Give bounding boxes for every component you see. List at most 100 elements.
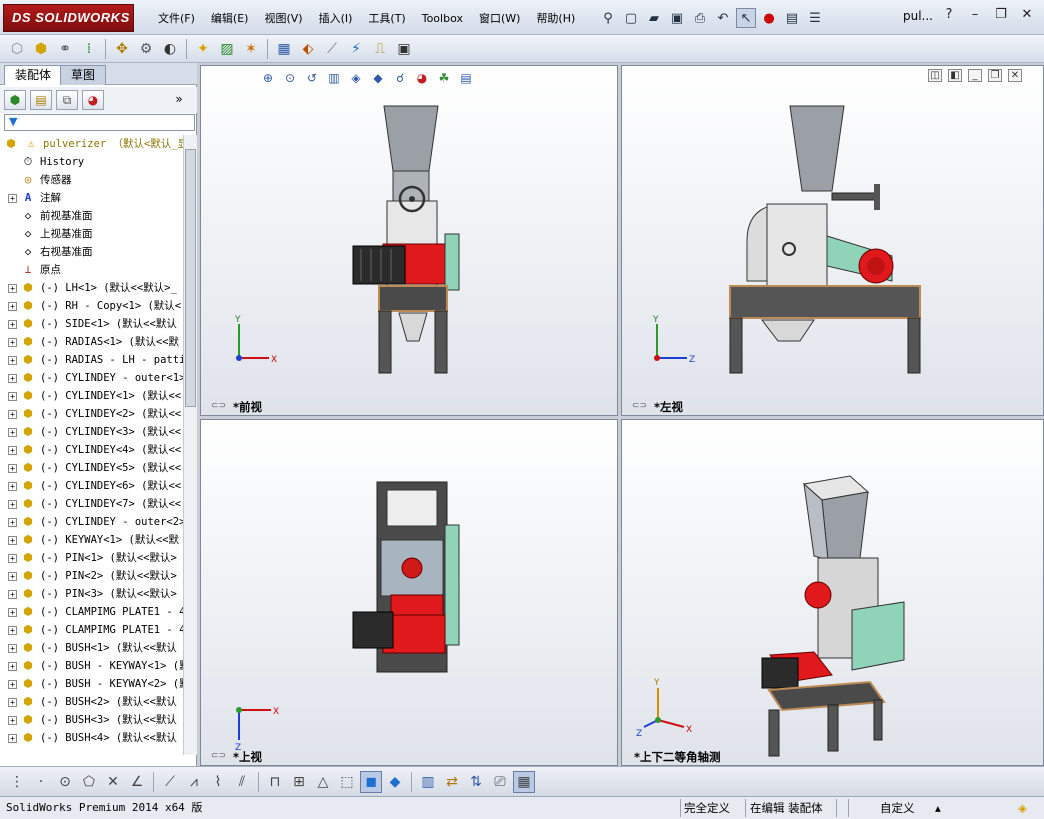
expand-icon[interactable]: + [8,535,17,545]
scene-icon[interactable]: ☘ [435,69,453,87]
tree-item[interactable]: + ⬢ (-) SIDE<1> (默认<<默认 [0,315,183,333]
expand-icon[interactable]: + [8,661,17,671]
menu-insert[interactable]: 插入(I) [311,10,361,28]
minimize-view-icon[interactable]: _ [968,69,982,82]
close-view-icon[interactable]: ✕ [1008,69,1022,82]
menu-help[interactable]: 帮助(H) [528,10,583,28]
tree-item[interactable]: + ⬢ (-) CYLINDEY<7> (默认<< [0,495,183,513]
options-icon[interactable]: ☰ [805,8,825,28]
section-view-icon[interactable]: ▥ [325,69,343,87]
minimize-icon[interactable]: – [965,6,985,24]
viewport-isometric[interactable]: Y Z X *上下二等角轴测 [621,419,1044,766]
tree-item[interactable]: ⏱ History [0,153,183,171]
menu-edit[interactable]: 编辑(E) [203,10,257,28]
expand-icon[interactable]: + [8,589,17,599]
tile-views-icon[interactable]: ❐ [988,69,1002,82]
tree-item[interactable]: + ⬢ (-) CYLINDEY<1> (默认<< [0,387,183,405]
shaded-edges-icon[interactable]: ◆ [384,771,406,793]
tree-item[interactable]: ◎ 传感器 [0,171,183,189]
tag-icon[interactable]: ◈ [1018,800,1027,816]
rotate-icon[interactable]: ⇅ [465,771,487,793]
grid-icon[interactable]: ⊞ [288,771,310,793]
view-orientation-icon[interactable]: ◈ [347,69,365,87]
pattern-icon[interactable]: ⁞ [78,38,100,60]
tree-item[interactable]: + ⬢ (-) PIN<2> (默认<<默认> [0,567,183,585]
status-units[interactable]: 自定义 [880,800,915,816]
tree-item[interactable]: + ⬢ (-) KEYWAY<1> (默认<<默 [0,531,183,549]
units-dropdown-icon[interactable]: ▴ [935,800,941,816]
expand-icon[interactable]: + [8,607,17,617]
tree-item[interactable]: + ⬢ (-) BUSH - KEYWAY<2> (默 [0,675,183,693]
expand-icon[interactable]: + [8,643,17,653]
zoom-to-area-icon[interactable]: ⊙ [281,69,299,87]
ruler-icon[interactable]: ⊓ [264,771,286,793]
tree-item[interactable]: + ⬢ (-) RADIAS<1> (默认<<默 [0,333,183,351]
help-icon[interactable]: ? [939,6,959,24]
expand-icon[interactable]: + [8,445,17,455]
wireframe-icon[interactable]: ⬚ [336,771,358,793]
zoom-to-fit-icon[interactable]: ⊕ [259,69,277,87]
tab-sketch[interactable]: 草图 [60,65,107,85]
tree-item[interactable]: + ⬢ (-) BUSH<4> (默认<<默认 [0,729,183,747]
new-motion-study-icon[interactable]: ✶ [240,38,262,60]
insert-component-icon[interactable]: ⬡ [6,38,28,60]
tree-item[interactable]: ◇ 前视基准面 [0,207,183,225]
save-icon[interactable]: ▣ [667,8,687,28]
expand-icon[interactable]: + [8,373,17,383]
menu-file[interactable]: 文件(F) [150,10,203,28]
expand-icon[interactable]: + [8,319,17,329]
tree-item[interactable]: + ⬢ (-) LH<1> (默认<<默认>_ [0,279,183,297]
rebuild-traffic-light-icon[interactable]: ● [759,8,779,28]
instant3d-icon[interactable]: ▣ [393,38,415,60]
tree-item[interactable]: ⊥ 原点 [0,261,183,279]
expand-icon[interactable]: + [8,427,17,437]
tree-item[interactable]: + A 注解 [0,189,183,207]
menu-window[interactable]: 窗口(W) [471,10,528,28]
tree-item[interactable]: + ⬢ (-) PIN<1> (默认<<默认> [0,549,183,567]
smart-fasteners-icon[interactable]: ⚙ [135,38,157,60]
split-horizontal-icon[interactable]: ◧ [948,69,962,82]
move-component-icon[interactable]: ✥ [111,38,133,60]
section-icon[interactable]: ▥ [417,771,439,793]
tree-item[interactable]: + ⬢ (-) BUSH - KEYWAY<1> (默 [0,657,183,675]
expand-icon[interactable]: + [8,355,17,365]
tree-item[interactable]: + ⬢ (-) CLAMPIMG PLATE1 - 4 [0,603,183,621]
display-style-icon[interactable]: ◆ [369,69,387,87]
tree-item[interactable]: + ⬢ (-) CYLINDEY<4> (默认<< [0,441,183,459]
new-part-icon[interactable]: ⬢ [30,38,52,60]
property-manager-tab-icon[interactable]: ▤ [30,90,52,110]
expand-icon[interactable]: + [8,697,17,707]
midpoint-icon[interactable]: ⫽ [231,771,253,793]
polygon-icon[interactable]: ⬠ [78,771,100,793]
show-hidden-icon[interactable]: ◐ [159,38,181,60]
undo-icon[interactable]: ↶ [713,8,733,28]
move-icon[interactable]: ⇄ [441,771,463,793]
hide-show-items-icon[interactable]: ☌ [391,69,409,87]
expand-icon[interactable]: + [8,301,17,311]
expand-icon[interactable]: + [8,715,17,725]
feature-manager-tab-icon[interactable]: ⬢ [4,90,26,110]
pin-icon[interactable]: ⚲ [598,8,618,28]
tree-item[interactable]: + ⬢ (-) PIN<3> (默认<<默认> [0,585,183,603]
open-folder-icon[interactable]: ▰ [644,8,664,28]
vertex-icon[interactable]: ⩘ [183,771,205,793]
tree-item[interactable]: + ⬢ (-) CYLINDEY<5> (默认<< [0,459,183,477]
exploded-view-icon[interactable]: ⬖ [297,38,319,60]
expand-icon[interactable]: + [8,283,17,293]
restore-icon[interactable]: ❐ [991,6,1011,24]
tree-item[interactable]: + ⬢ (-) RH - Copy<1> (默认< [0,297,183,315]
intersection-icon[interactable]: ✕ [102,771,124,793]
tree-item[interactable]: + ⬢ (-) RADIAS - LH - patti [0,351,183,369]
camera-icon[interactable]: ⎚ [489,771,511,793]
tree-item[interactable]: + ⬢ (-) CYLINDEY<3> (默认<< [0,423,183,441]
clearance-verification-icon[interactable]: ⎍ [369,38,391,60]
expand-icon[interactable]: + [8,391,17,401]
view-settings-icon[interactable]: ▤ [457,69,475,87]
solidworks-logo[interactable]: DS SOLIDWORKS [3,4,134,32]
display-manager-tab-icon[interactable]: ◕ [82,90,104,110]
tree-item[interactable]: + ⬢ (-) CYLINDEY<6> (默认<< [0,477,183,495]
expand-icon[interactable]: + [8,679,17,689]
tree-item[interactable]: ◇ 右视基准面 [0,243,183,261]
reference-geometry-icon[interactable]: ▨ [216,38,238,60]
explode-line-sketch-icon[interactable]: ⟋ [321,38,343,60]
